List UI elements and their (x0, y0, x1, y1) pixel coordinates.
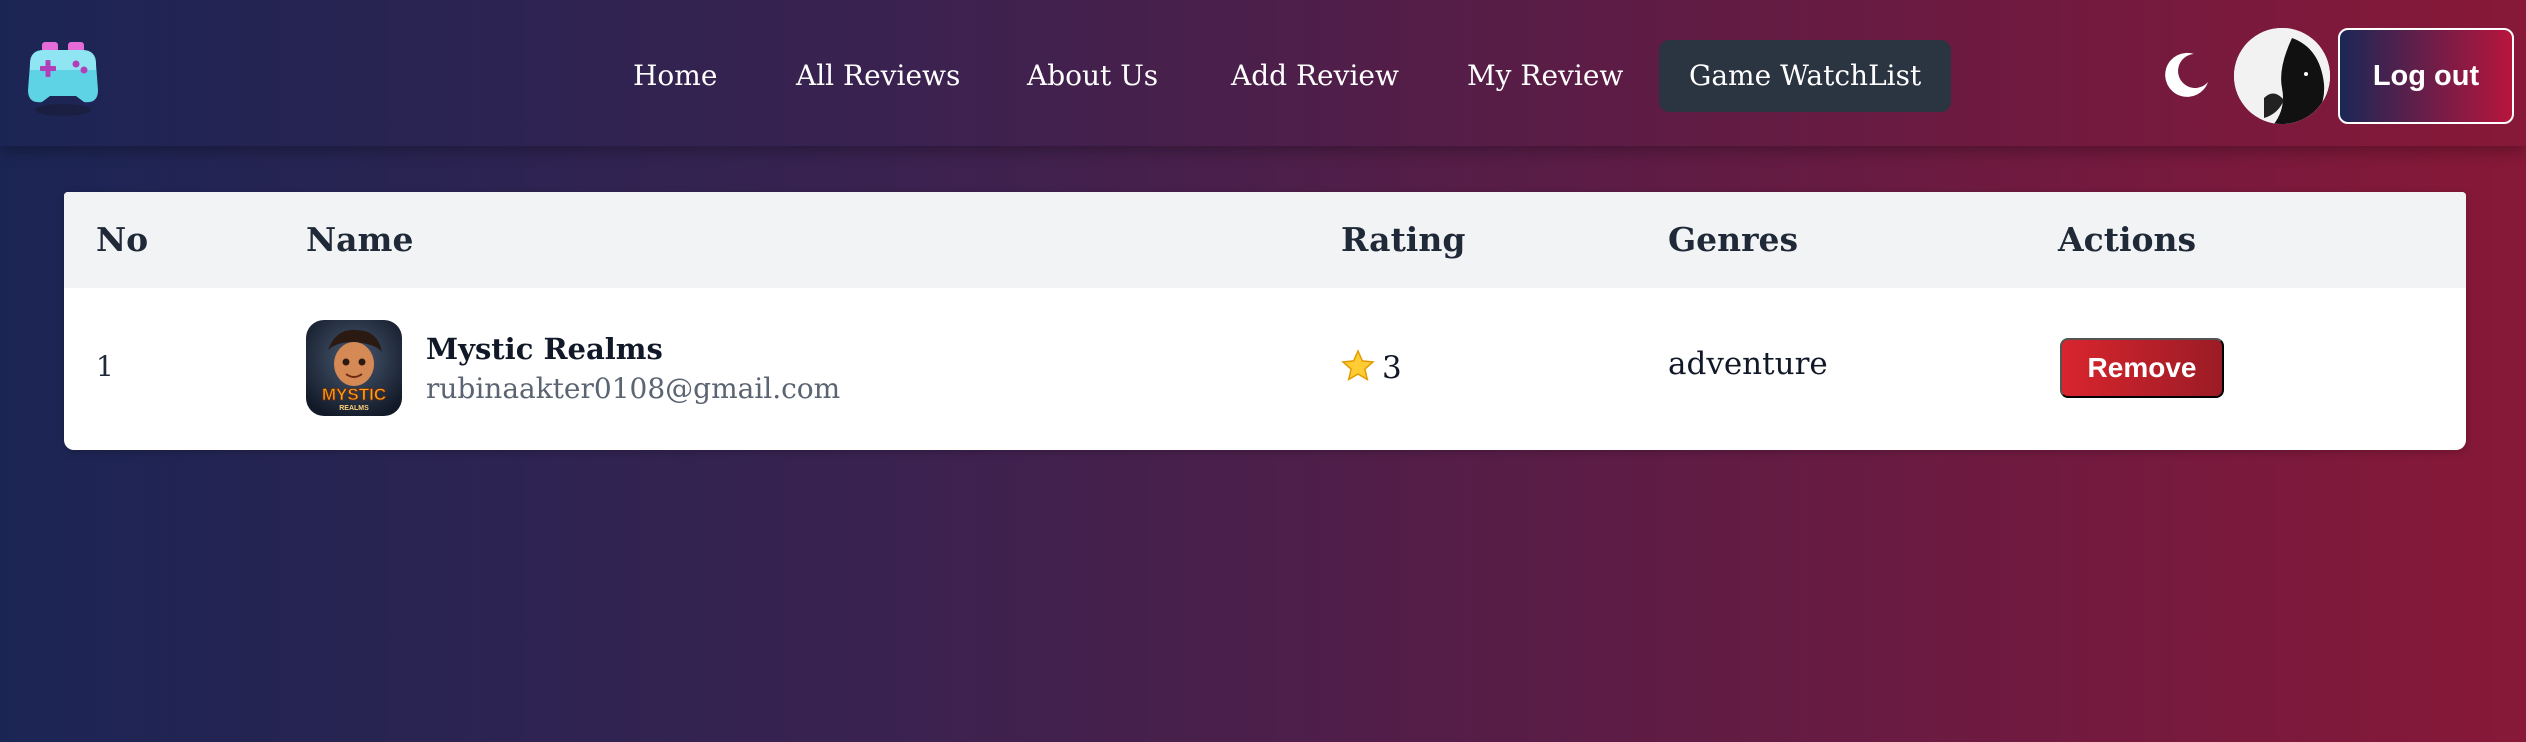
star-icon (1340, 348, 1376, 384)
main-nav: Home All Reviews About Us Add Review My … (0, 0, 2526, 146)
rating-value: 3 (1382, 350, 1402, 386)
table-row: 1 MYSTIC REALMS Mystic Realms rubinaakte… (64, 288, 2466, 450)
nav-all-reviews[interactable]: All Reviews (766, 40, 990, 112)
table-header: No Name Rating Genres Actions (64, 192, 2466, 288)
column-header-actions: Actions (2058, 220, 2197, 259)
logout-button[interactable]: Log out (2338, 28, 2514, 124)
nav-add-review[interactable]: Add Review (1201, 40, 1429, 112)
column-header-rating: Rating (1341, 220, 1466, 259)
game-name: Mystic Realms (426, 332, 663, 366)
watchlist-table: No Name Rating Genres Actions 1 MYSTIC R… (64, 192, 2466, 450)
column-header-genres: Genres (1668, 220, 1799, 259)
row-number: 1 (96, 350, 114, 383)
moon-icon[interactable] (2164, 50, 2212, 98)
column-header-no: No (96, 220, 149, 259)
game-thumbnail: MYSTIC REALMS (306, 320, 402, 416)
avatar[interactable] (2234, 28, 2330, 124)
thumb-subtitle-text: REALMS (339, 405, 369, 412)
genre-value: adventure (1668, 346, 1828, 382)
nav-home[interactable]: Home (603, 40, 747, 112)
thumb-title-text: MYSTIC (322, 385, 386, 404)
nav-my-review[interactable]: My Review (1437, 40, 1653, 112)
navbar: Home All Reviews About Us Add Review My … (0, 0, 2526, 146)
nav-about-us[interactable]: About Us (997, 40, 1188, 112)
nav-game-watchlist[interactable]: Game WatchList (1659, 40, 1952, 112)
game-email: rubinaakter0108@gmail.com (426, 372, 841, 405)
column-header-name: Name (306, 220, 414, 259)
remove-button[interactable]: Remove (2060, 338, 2224, 398)
